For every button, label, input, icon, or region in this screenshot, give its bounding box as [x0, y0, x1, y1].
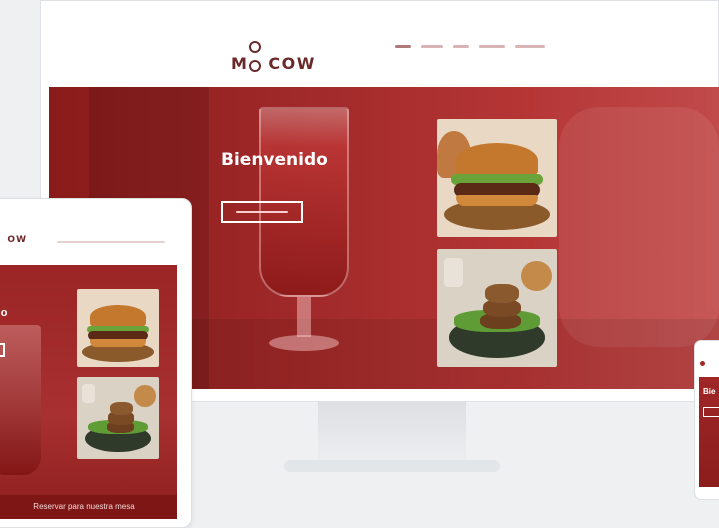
phone-device: Bie — [694, 340, 719, 500]
tablet-hero-title: ido — [0, 307, 8, 319]
nav-item-3[interactable] — [453, 45, 469, 48]
drink-glass-photo — [0, 325, 41, 475]
tablet-hero: ido — [0, 265, 177, 515]
nav-item-1[interactable] — [395, 45, 411, 48]
hero-cta-label — [236, 211, 288, 213]
tablet-cta-button[interactable] — [0, 343, 5, 357]
burger-photo — [77, 289, 159, 367]
tablet-nav[interactable] — [57, 241, 165, 243]
tablet-logo[interactable]: OW — [0, 235, 27, 245]
phone-cta-button[interactable] — [703, 407, 719, 417]
hero-cta-button[interactable] — [221, 201, 303, 223]
nav-item-4[interactable] — [479, 45, 505, 48]
logo-text-right: COW — [268, 54, 316, 73]
hero-title: Bienvenido — [221, 150, 328, 170]
nav-item-5[interactable] — [515, 45, 545, 48]
logo-infinity-icon — [249, 36, 267, 72]
logo-text-left: M — [231, 54, 249, 73]
site-logo[interactable]: M COW — [231, 35, 316, 73]
meatball-bowl-photo — [437, 249, 557, 367]
tablet-footer-text[interactable]: Reservar para nuestra mesa — [0, 495, 177, 519]
phone-hero-title: Bie — [703, 387, 716, 396]
monitor-stand — [318, 402, 466, 462]
nav-item-2[interactable] — [421, 45, 443, 48]
site-header: M COW — [41, 1, 718, 87]
main-nav — [395, 45, 545, 48]
burger-photo — [437, 119, 557, 237]
drink-glass-photo — [259, 107, 349, 357]
menu-icon[interactable] — [700, 361, 705, 366]
monitor-stand-base — [284, 460, 500, 472]
tablet-device: OW ido Reservar para nuestra mesa — [0, 198, 192, 528]
meatball-bowl-photo — [77, 377, 159, 459]
